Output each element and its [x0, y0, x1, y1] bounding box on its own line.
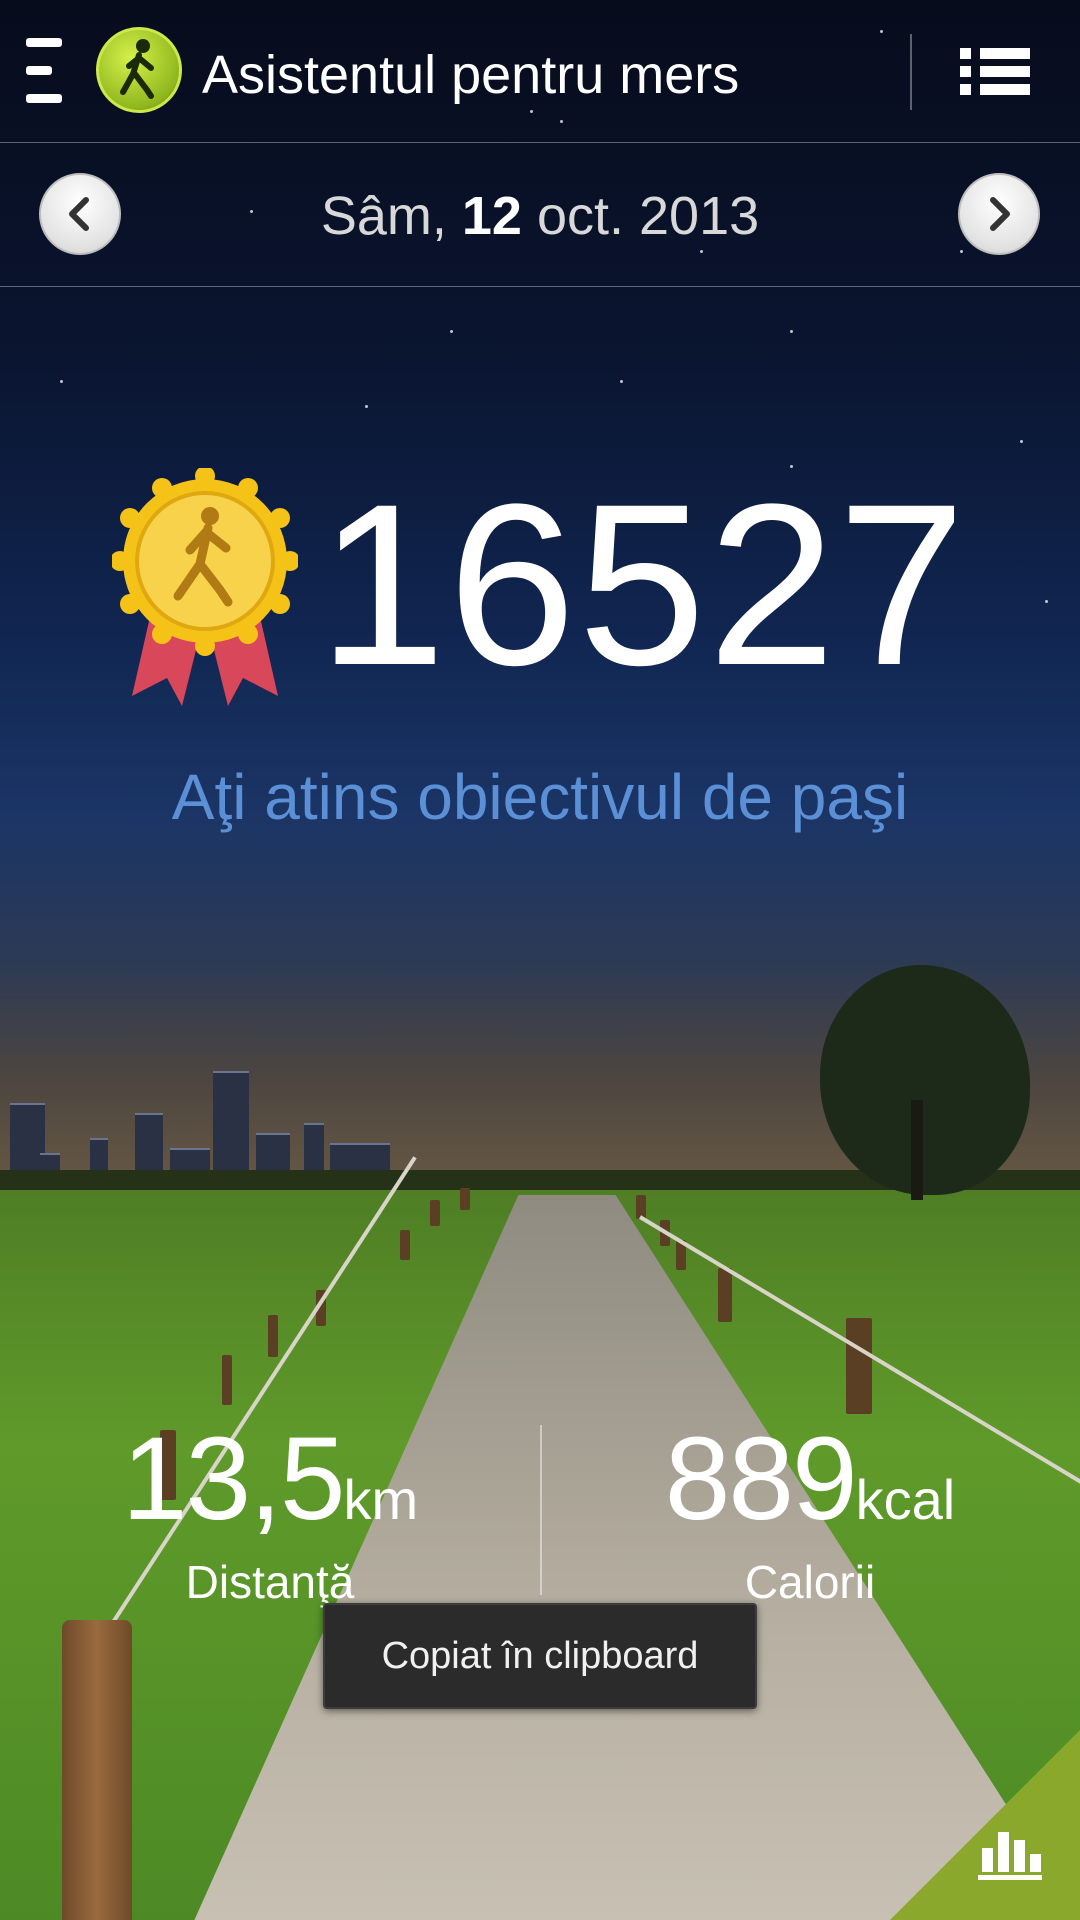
goal-achieved-message: Aţi atins obiectivul de paşi: [171, 761, 909, 833]
calories-label: Calorii: [744, 1556, 876, 1608]
calories-value: 889: [664, 1413, 858, 1545]
app-header: Asistentul pentru mers: [0, 0, 1080, 143]
date-month-year: oct. 2013: [536, 186, 760, 246]
header-divider: [910, 34, 912, 110]
bar-chart-icon[interactable]: [978, 1826, 1042, 1880]
goal-medal-icon: [110, 466, 300, 708]
app-title: Asistentul pentru mers: [202, 45, 740, 105]
distance-label: Distanţă: [185, 1556, 355, 1608]
clipboard-toast: Copiat în clipboard: [323, 1603, 757, 1709]
distance-value: 13,5: [121, 1413, 346, 1545]
date-day: Sâm,: [320, 186, 447, 246]
next-day-button[interactable]: [958, 173, 1040, 255]
city-skyline: [0, 1055, 400, 1185]
list-view-icon[interactable]: [960, 48, 1030, 96]
fence-post: [62, 1620, 132, 1920]
distance-unit: km: [343, 1468, 419, 1531]
distance-value-line: 13,5km: [0, 1420, 540, 1559]
walker-logo-icon: [96, 27, 182, 113]
current-date: Sâm, 12 oct. 2013: [0, 185, 1080, 247]
date-navigator: Sâm, 12 oct. 2013: [0, 143, 1080, 287]
tree-trunk: [911, 1100, 923, 1200]
drawer-menu-icon[interactable]: [26, 38, 62, 104]
date-day-number: 12: [461, 186, 522, 246]
calories-unit: kcal: [855, 1468, 956, 1531]
calories-stat: 889kcal Calorii: [540, 1420, 1080, 1609]
calories-value-line: 889kcal: [540, 1420, 1080, 1559]
step-count: 16527: [318, 456, 968, 713]
chevron-right-icon: [990, 197, 1010, 231]
distance-stat: 13,5km Distanţă: [0, 1420, 540, 1609]
